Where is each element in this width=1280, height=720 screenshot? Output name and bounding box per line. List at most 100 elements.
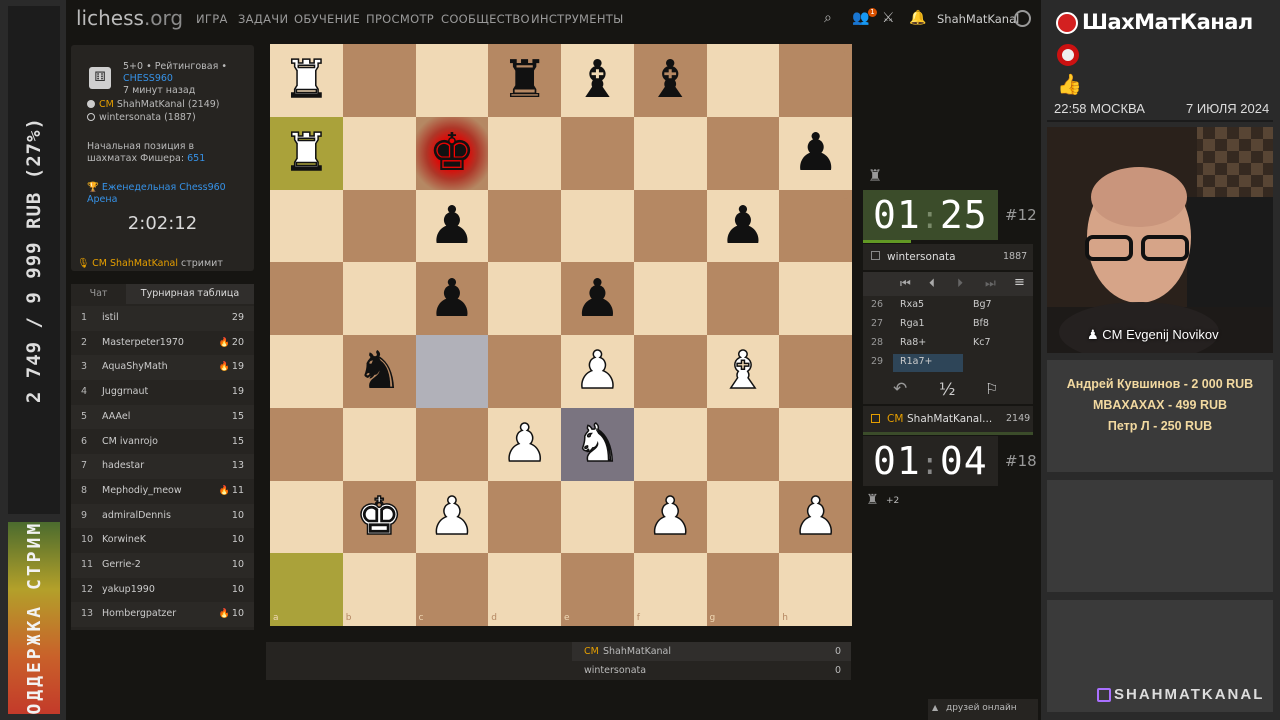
- tab-chat[interactable]: Чат: [71, 284, 126, 304]
- friends-online-bar[interactable]: ▲ друзей онлайн: [928, 699, 1038, 720]
- opponent-name-row[interactable]: wintersonata 1887: [863, 244, 1033, 270]
- square-d4[interactable]: [488, 335, 561, 408]
- standings-row[interactable]: 7 hadestar 13: [71, 454, 254, 479]
- black-piece-c6[interactable]: ♟: [416, 190, 489, 263]
- square-h3[interactable]: [779, 407, 852, 481]
- square-h5[interactable]: [779, 262, 852, 335]
- prev-move-icon[interactable]: ⏴: [929, 276, 935, 291]
- white-piece-h2[interactable]: ♟: [779, 481, 852, 554]
- standings-row[interactable]: 5 AAAel 15: [71, 404, 254, 430]
- square-a1[interactable]: [270, 553, 343, 626]
- standings-row[interactable]: 8 Mephodiy_meow 🔥 11: [71, 479, 254, 504]
- square-c1[interactable]: [415, 553, 489, 626]
- player-name-row[interactable]: CM ShahMatKanal... 2149: [863, 406, 1033, 432]
- nav-learn[interactable]: ОБУЧЕНИЕ: [294, 12, 360, 26]
- resign-flag-icon[interactable]: ⚐: [985, 380, 998, 398]
- square-a4[interactable]: [270, 335, 343, 408]
- tab-standings[interactable]: Турнирная таблица: [126, 284, 254, 304]
- square-g3[interactable]: [706, 407, 780, 481]
- standings-row[interactable]: 6 CM ivanrojo 15: [71, 430, 254, 455]
- square-h6[interactable]: [779, 189, 852, 263]
- square-f7[interactable]: [633, 116, 707, 190]
- move-black[interactable]: Bf8: [973, 318, 989, 329]
- nav-watch[interactable]: ПРОСМОТР: [366, 12, 434, 26]
- black-piece-e8[interactable]: ♝: [561, 44, 634, 117]
- standings-row[interactable]: 13 Hombergpatzer 🔥 10: [71, 602, 254, 628]
- friends-icon[interactable]: 👥: [852, 10, 869, 26]
- square-b5[interactable]: [342, 262, 416, 335]
- standings-row[interactable]: 1 istil 29: [71, 306, 254, 331]
- move-black[interactable]: Kc7: [973, 337, 991, 348]
- standings-row[interactable]: 11 Gerrie-2 10: [71, 553, 254, 578]
- square-g1[interactable]: [706, 553, 780, 626]
- square-f1[interactable]: [633, 553, 707, 626]
- fischer-position-number[interactable]: 651: [187, 153, 205, 164]
- square-g2[interactable]: [706, 480, 780, 554]
- square-e2[interactable]: [561, 480, 634, 554]
- site-logo[interactable]: lichess.org: [76, 6, 183, 30]
- square-f4[interactable]: [633, 335, 707, 408]
- tournament-link[interactable]: 🏆 Еженедельная Chess960 Арена: [87, 182, 247, 206]
- square-b1[interactable]: [342, 553, 416, 626]
- square-a6[interactable]: [270, 189, 343, 263]
- square-f5[interactable]: [633, 262, 707, 335]
- standings-row[interactable]: 12 yakup1990 10: [71, 578, 254, 603]
- white-player-line[interactable]: CM ShahMatKanal (2149): [87, 99, 220, 110]
- user-menu[interactable]: ShahMatKanal: [937, 12, 1019, 26]
- white-piece-c2[interactable]: ♟: [416, 481, 489, 554]
- search-icon[interactable]: ⌕: [824, 10, 832, 26]
- square-d6[interactable]: [488, 189, 561, 263]
- square-b8[interactable]: [342, 44, 416, 117]
- standings-row[interactable]: 10 KorwineK 10: [71, 528, 254, 553]
- white-piece-e4[interactable]: ♟: [561, 335, 634, 408]
- square-c3[interactable]: [415, 407, 489, 481]
- move-white[interactable]: R1a7+: [900, 356, 932, 367]
- last-move-icon[interactable]: ⏭: [985, 276, 996, 291]
- square-d7[interactable]: [488, 116, 561, 190]
- white-piece-f2[interactable]: ♟: [634, 481, 707, 554]
- takeback-icon[interactable]: ↶: [893, 379, 907, 399]
- standings-row[interactable]: 4 Juggrnaut 19: [71, 380, 254, 405]
- black-piece-h7[interactable]: ♟: [779, 117, 852, 190]
- chess-board[interactable]: 8 7 6 5 4 3 2 1 a b c d e f g h ♜ ♜ ♝ ♝ ♜ ♚ ♟ ♟ ♟ ♟ ♟ ♞ ♟ ♝ ♟ ♞ ♚ ♟ ♟ ♟: [270, 44, 852, 626]
- square-b3[interactable]: [342, 407, 416, 481]
- nav-community[interactable]: СООБЩЕСТВО: [441, 12, 530, 26]
- square-h8[interactable]: [779, 44, 852, 117]
- white-piece-b2[interactable]: ♚: [343, 481, 416, 554]
- square-d2[interactable]: [488, 480, 561, 554]
- black-piece-d8[interactable]: ♜: [488, 44, 561, 117]
- black-piece-e5[interactable]: ♟: [561, 262, 634, 335]
- standings-row[interactable]: 3 AquaShyMath 🔥 19: [71, 355, 254, 381]
- score-row-black[interactable]: wintersonata 0: [572, 661, 851, 680]
- challenge-icon[interactable]: ⚔: [882, 10, 895, 26]
- user-avatar-icon[interactable]: [1014, 10, 1031, 27]
- white-piece-e3[interactable]: ♞: [561, 408, 634, 481]
- black-piece-b4[interactable]: ♞: [343, 335, 416, 408]
- square-h4[interactable]: [779, 335, 852, 408]
- square-a2[interactable]: [270, 480, 343, 554]
- square-g5[interactable]: [706, 262, 780, 335]
- offer-draw-button[interactable]: ½: [939, 380, 955, 400]
- standings-row[interactable]: 2 Masterpeter1970 🔥 20: [71, 331, 254, 356]
- square-a3[interactable]: [270, 407, 343, 481]
- square-b6[interactable]: [342, 189, 416, 263]
- move-black[interactable]: Bg7: [973, 299, 992, 310]
- black-piece-c5[interactable]: ♟: [416, 262, 489, 335]
- square-c4[interactable]: [415, 335, 489, 408]
- white-piece-d3[interactable]: ♟: [488, 408, 561, 481]
- square-a5[interactable]: [270, 262, 343, 335]
- next-move-icon[interactable]: ⏵: [957, 276, 963, 291]
- square-e7[interactable]: [561, 116, 634, 190]
- square-e1[interactable]: [561, 553, 634, 626]
- nav-tools[interactable]: ИНСТРУМЕНТЫ: [531, 12, 624, 26]
- square-f6[interactable]: [633, 189, 707, 263]
- variant-link[interactable]: CHESS960: [123, 73, 173, 84]
- menu-icon[interactable]: ≡: [1014, 275, 1025, 290]
- standings-row[interactable]: 9 admiralDennis 10: [71, 503, 254, 529]
- black-piece-c7[interactable]: ♚: [416, 117, 489, 190]
- square-g8[interactable]: [706, 44, 780, 117]
- nav-puzzles[interactable]: ЗАДАЧИ: [238, 12, 288, 26]
- black-player-line[interactable]: wintersonata (1887): [87, 112, 196, 123]
- square-h1[interactable]: [779, 553, 852, 626]
- notifications-bell-icon[interactable]: 🔔: [909, 10, 926, 26]
